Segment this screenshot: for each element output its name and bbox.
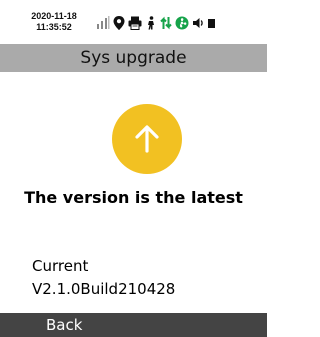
current-version-label: Current: [32, 257, 89, 275]
printer-icon: [128, 15, 142, 31]
person-icon: [145, 15, 157, 31]
date-time: 2020-11-18 11:35:52: [22, 11, 86, 33]
location-pin-icon: [113, 15, 125, 31]
footer-bar: Back: [0, 313, 267, 337]
speaker-icon: [192, 15, 205, 31]
arrow-up-icon: [112, 104, 182, 174]
back-button[interactable]: Back: [46, 315, 82, 335]
battery-icon: [208, 15, 216, 31]
signal-bars-icon: [96, 15, 110, 31]
status-date: 2020-11-18: [31, 11, 77, 21]
data-transfer-icon: [160, 15, 172, 31]
title-bar: Sys upgrade: [0, 44, 267, 72]
status-icons: [96, 15, 216, 31]
status-bar: 2020-11-18 11:35:52: [0, 0, 267, 44]
fan-icon: [175, 15, 189, 31]
status-time: 11:35:52: [36, 22, 72, 32]
current-version-value: V2.1.0Build210428: [32, 280, 176, 298]
page-title: Sys upgrade: [80, 48, 187, 68]
status-message: The version is the latest: [24, 188, 243, 207]
